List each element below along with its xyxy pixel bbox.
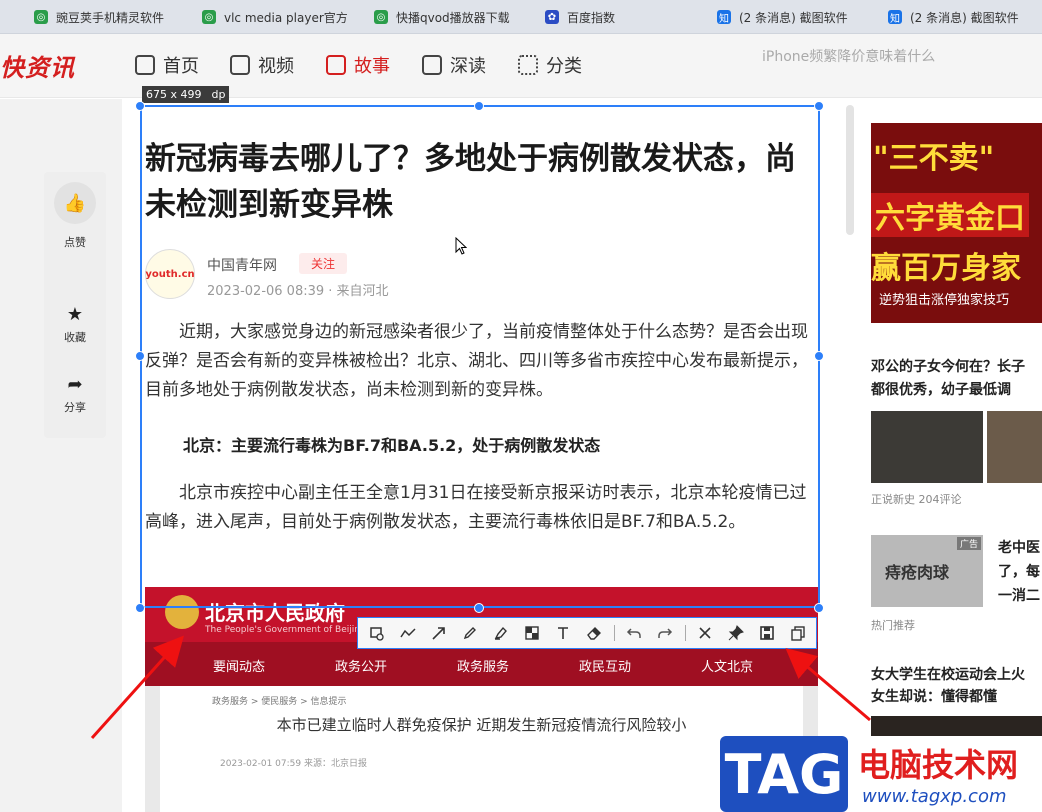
gov-nav-item: 要闻动态 [213, 660, 266, 675]
resize-handle[interactable] [474, 101, 484, 111]
annotation-toolbar [357, 617, 817, 649]
gov-nav-item: 人文北京 [701, 660, 754, 675]
browser-tab[interactable]: 知 (2 条消息) 截图软件 [888, 4, 1038, 30]
share-button[interactable]: ➦ 分享 [44, 374, 106, 415]
nav-deep-read[interactable]: 深读 [422, 52, 486, 78]
news-photo[interactable] [871, 411, 983, 483]
zhihu-icon: 知 [888, 10, 902, 25]
resize-handle[interactable] [814, 101, 824, 111]
home-icon [135, 55, 155, 75]
like-label[interactable]: 点赞 [44, 234, 106, 250]
news-title[interactable]: 女生却说：懂得都懂 [871, 686, 997, 708]
site-logo[interactable]: 快资讯 [0, 48, 75, 83]
news-title[interactable]: 了，每 [998, 561, 1040, 583]
selection-dimensions: 675 x 499 [146, 88, 202, 101]
tv-icon [230, 55, 250, 75]
breadcrumb: 政务服务 > 便民服务 > 信息提示 [212, 697, 347, 707]
swirl-icon: ◎ [374, 10, 388, 24]
resize-handle[interactable] [814, 603, 824, 613]
news-meta: 正说新史 204评论 [871, 493, 962, 506]
news-photo[interactable] [871, 716, 1042, 736]
ad-badge: 广告 [956, 537, 981, 550]
text-tool-icon[interactable] [550, 620, 576, 646]
mouse-cursor-icon [455, 237, 467, 255]
news-title[interactable]: 邓公的子女今何在？长子 [871, 356, 1025, 378]
eraser-tool-icon[interactable] [581, 620, 607, 646]
ad-photo-text: 痔疮肉球 [885, 563, 950, 582]
watermark: TAG 电脑技术网 www.tagxp.com [720, 736, 1042, 812]
browser-tab[interactable]: ◎ 快播qvod播放器下载 [374, 4, 519, 30]
paw-icon: ✿ [545, 10, 559, 24]
ad-photo[interactable]: 痔疮肉球 广告 [871, 535, 983, 607]
thumbs-up-icon[interactable]: 👍 [54, 182, 96, 224]
gov-nav-item: 政务公开 [335, 660, 388, 675]
ad-banner[interactable]: "三不卖" 六字黄金口 赢百万身家 逆势狙击涨停独家技巧 [871, 123, 1042, 323]
toolbar-divider [685, 625, 686, 641]
scrollbar[interactable] [846, 105, 854, 235]
favorite-button[interactable]: ★ 收藏 [44, 304, 106, 345]
close-icon[interactable] [692, 620, 718, 646]
search-input[interactable]: iPhone频繁降价意味着什么 [762, 46, 935, 66]
resize-handle[interactable] [135, 603, 145, 613]
action-sidebar: 👍 点赞 ★ 收藏 ➦ 分享 [44, 172, 106, 438]
ad-text: 逆势狙击涨停独家技巧 [879, 293, 1010, 308]
undo-icon[interactable] [621, 620, 647, 646]
pencil-tool-icon[interactable] [457, 620, 483, 646]
resize-handle[interactable] [814, 351, 824, 361]
nav-video[interactable]: 视频 [230, 52, 294, 78]
selection-unit: dp [211, 88, 226, 101]
news-title[interactable]: 都很优秀，幼子最低调 [871, 379, 1011, 401]
news-title[interactable]: 一消二 [998, 585, 1040, 607]
resize-handle[interactable] [135, 101, 145, 111]
capture-selection[interactable] [140, 105, 820, 608]
gov-article-date: 2023-02-01 07:59 来源：北京日报 [220, 759, 367, 769]
resize-handle[interactable] [474, 603, 484, 613]
nav-home[interactable]: 首页 [135, 52, 199, 78]
browser-tab[interactable]: ✿ 百度指数 [545, 4, 690, 30]
news-title[interactable]: 女大学生在校运动会上火 [871, 664, 1025, 686]
marker-tool-icon[interactable] [488, 620, 514, 646]
nav-story[interactable]: 故事 [326, 52, 390, 78]
save-icon[interactable] [754, 620, 780, 646]
book-icon [326, 55, 346, 75]
browser-tab[interactable]: ◎ vlc media player官方 [202, 4, 347, 30]
selection-size-label: 675 x 499 dp [142, 86, 230, 103]
doc-icon [422, 55, 442, 75]
browser-tab-bar: ◎ 豌豆荚手机精灵软件 ◎ vlc media player官方 ◎ 快播qvo… [0, 0, 1042, 34]
news-photo[interactable] [987, 411, 1042, 483]
swirl-icon: ◎ [34, 10, 48, 24]
ad-text: 六字黄金口 [871, 193, 1029, 237]
browser-tab[interactable]: 知 (2 条消息) 截图软件 [717, 4, 862, 30]
news-title[interactable]: 老中医 [998, 537, 1040, 559]
copy-icon[interactable] [785, 620, 811, 646]
rectangle-tool-icon[interactable] [364, 620, 390, 646]
gov-nav-item: 政民互动 [579, 660, 632, 675]
ad-text: 赢百万身家 [871, 251, 1021, 286]
ad-text: "三不卖" [873, 141, 995, 176]
grid-icon [518, 55, 538, 75]
watermark-text: 电脑技术网 [858, 746, 1019, 784]
news-meta: 热门推荐 [871, 619, 915, 632]
browser-tab[interactable]: ◎ 豌豆荚手机精灵软件 [34, 4, 174, 30]
gov-article-title: 本市已建立临时人群免疫保护 近期发生新冠疫情流行风险较小 [276, 716, 687, 734]
zhihu-icon: 知 [717, 10, 731, 25]
resize-handle[interactable] [135, 351, 145, 361]
pin-icon[interactable] [723, 620, 749, 646]
arrow-tool-icon[interactable] [426, 620, 452, 646]
toolbar-divider [614, 625, 615, 641]
polyline-tool-icon[interactable] [395, 620, 421, 646]
gov-nav-item: 政务服务 [457, 660, 510, 675]
mosaic-tool-icon[interactable] [519, 620, 545, 646]
gov-page: 政务服务 > 便民服务 > 信息提示 本市已建立临时人群免疫保护 近期发生新冠疫… [160, 686, 803, 812]
swirl-icon: ◎ [202, 10, 216, 24]
redo-icon[interactable] [652, 620, 678, 646]
nav-category[interactable]: 分类 [518, 52, 582, 78]
share-icon: ➦ [67, 374, 83, 395]
watermark-url: www.tagxp.com [862, 786, 1007, 807]
star-icon: ★ [66, 304, 84, 325]
watermark-logo: TAG [720, 736, 848, 812]
